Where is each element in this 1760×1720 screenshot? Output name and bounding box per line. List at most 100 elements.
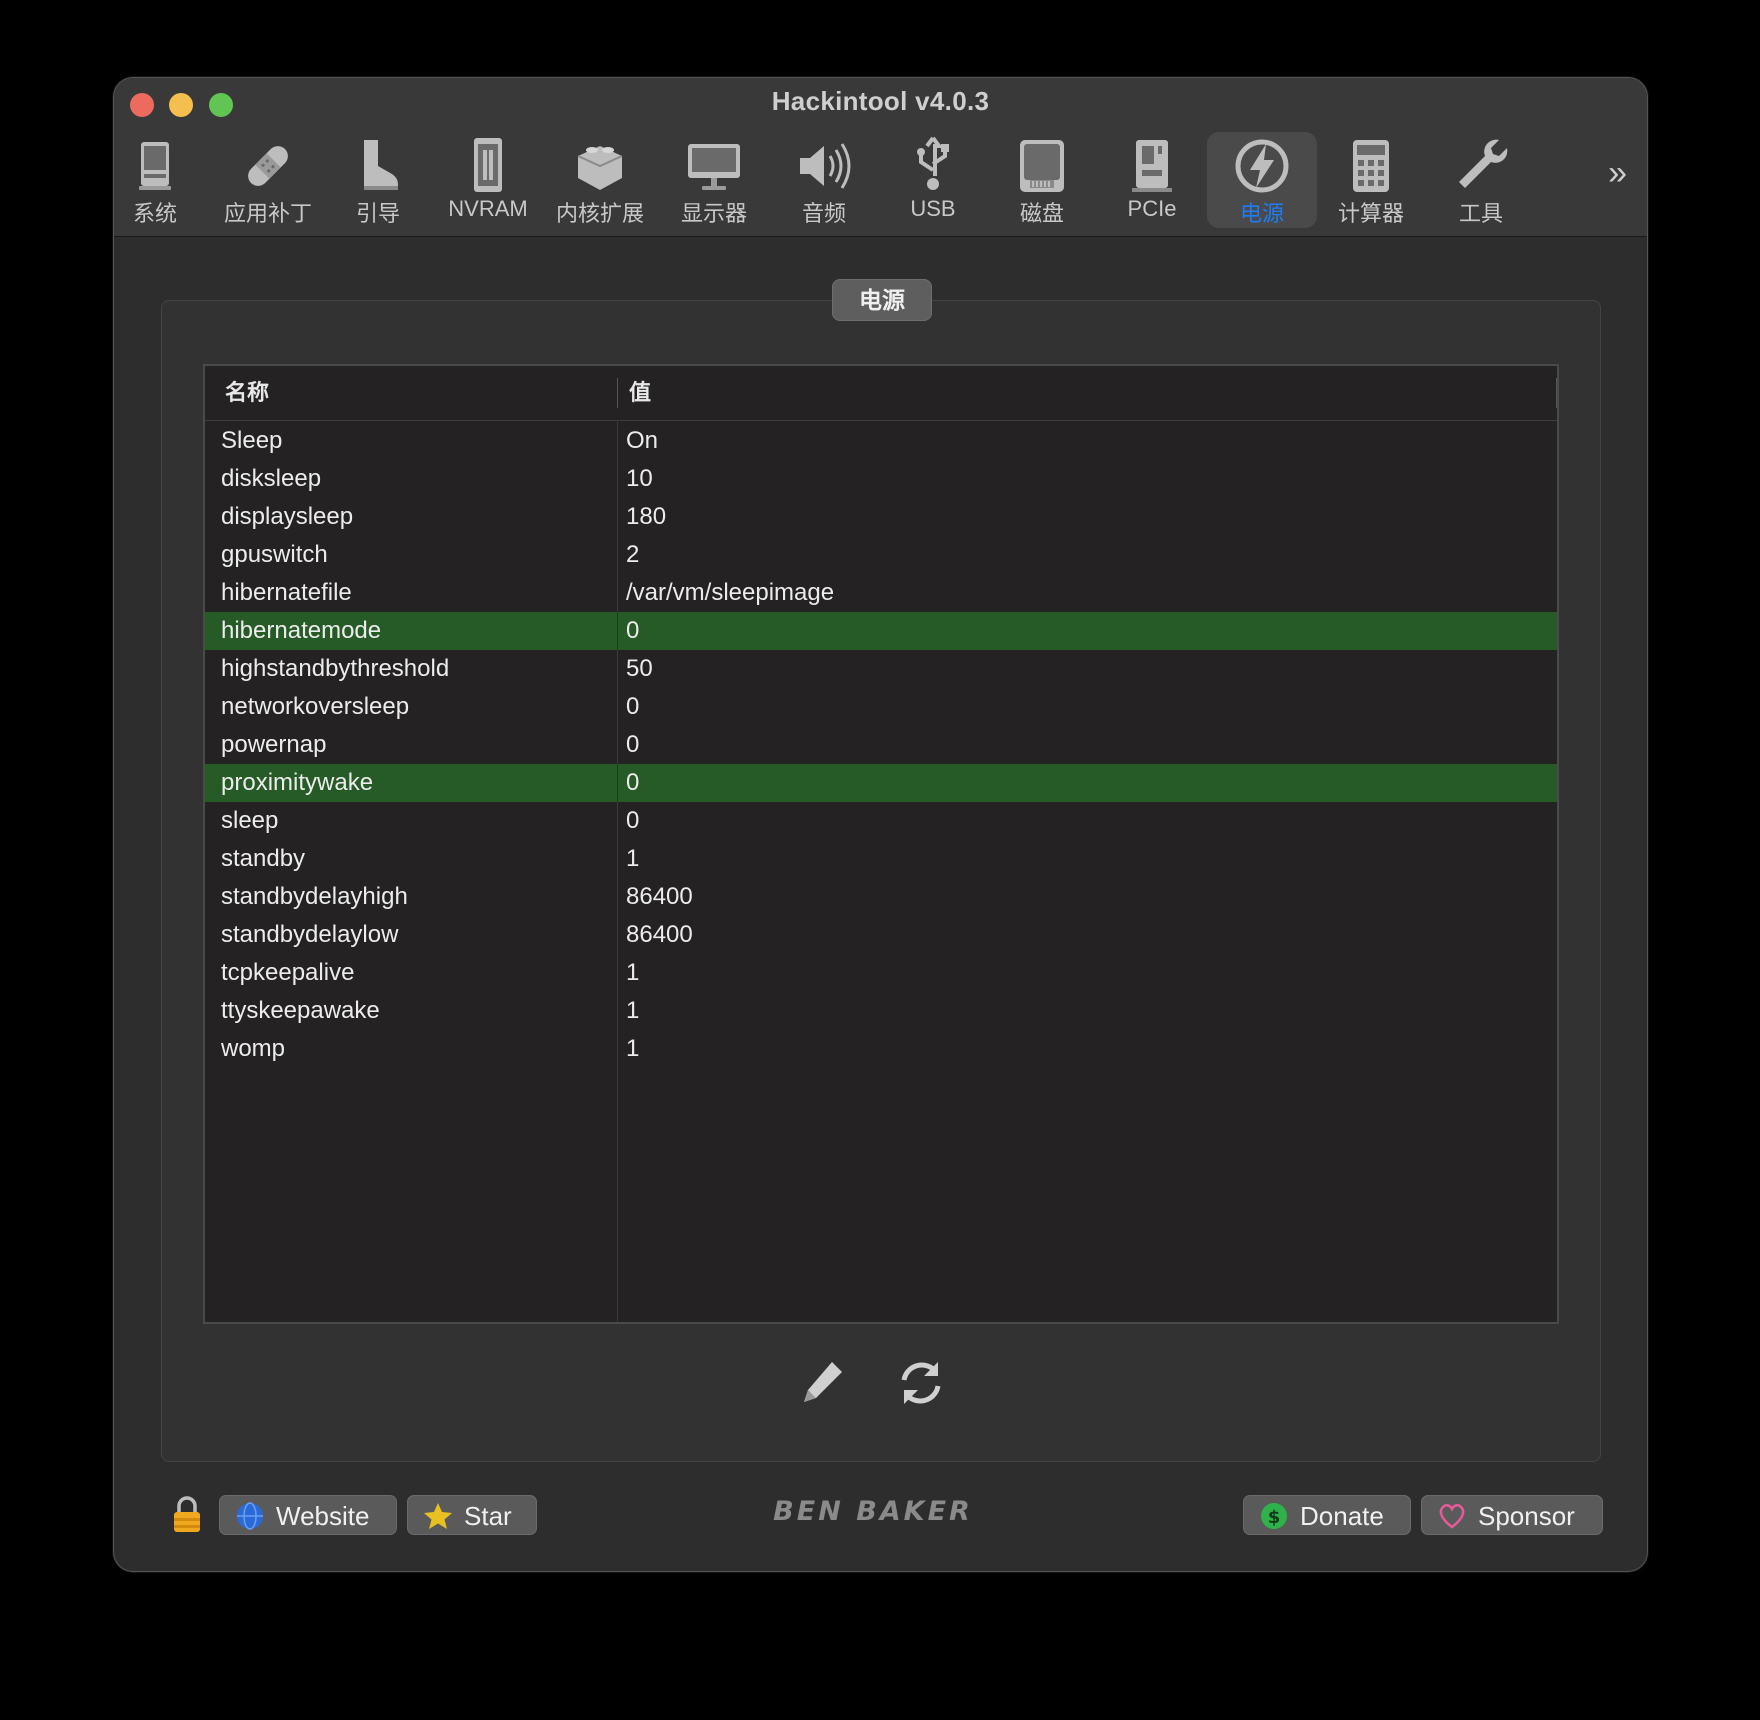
- table-row[interactable]: highstandbythreshold 50: [205, 650, 1557, 688]
- table-row[interactable]: hibernatefile/var/vm/sleepimage: [205, 574, 1557, 612]
- tab-tools[interactable]: 工具: [1426, 132, 1536, 228]
- cell-value: 86400: [626, 883, 693, 910]
- website-button[interactable]: Website: [219, 1495, 397, 1535]
- table-row[interactable]: networkoversleep 0: [205, 688, 1557, 726]
- cell-value: 0: [626, 769, 640, 796]
- display-icon: [688, 144, 740, 190]
- table-row[interactable]: gpuswitch 2: [205, 536, 1557, 574]
- power-settings-table[interactable]: 名称 值 Sleep On disksleep 10 displaysleep 180 gp…: [203, 364, 1559, 1324]
- cell-name: standbydelayhigh: [221, 883, 408, 910]
- tab-patch[interactable]: 应用补丁: [213, 132, 323, 228]
- pcie-icon: [1132, 140, 1172, 192]
- cell-value: 0: [626, 807, 640, 834]
- edit-pencil-icon[interactable]: [794, 1356, 848, 1410]
- cell-name: womp: [221, 1035, 286, 1062]
- disk-icon: [1020, 140, 1064, 192]
- tab-boot[interactable]: 引导: [323, 132, 433, 228]
- toolbar: 系统 应用补丁 引导 NVRAM 内核扩展 显示器 音频 USB 磁盘 PCIe…: [114, 132, 1647, 232]
- table-rows: Sleep On disksleep 10 displaysleep 180 gpuswit…: [205, 422, 1557, 1068]
- cell-name: highstandbythreshold: [221, 655, 450, 682]
- table-row[interactable]: sleep 0: [205, 802, 1557, 840]
- tab-power[interactable]: 电源: [1207, 132, 1317, 228]
- table-row[interactable]: standbydelaylow 86400: [205, 916, 1557, 954]
- table-row[interactable]: powernap 0: [205, 726, 1557, 764]
- cell-name: networkoversleep: [221, 693, 410, 720]
- toolbar-overflow-chevron-icon[interactable]: »: [1608, 154, 1627, 193]
- titlebar: Hackintool v4.0.3 系统 应用补丁 引导 NVRAM 内核扩展 …: [114, 78, 1647, 237]
- cell-name: ttyskeepawake: [221, 997, 380, 1024]
- column-header-name[interactable]: 名称: [225, 366, 269, 420]
- table-row[interactable]: hibernatemode 0: [205, 612, 1557, 650]
- heart-icon: [1439, 1504, 1465, 1529]
- sponsor-button[interactable]: Sponsor: [1421, 1495, 1603, 1535]
- tab-calculator[interactable]: 计算器: [1316, 132, 1426, 228]
- cell-name: tcpkeepalive: [221, 959, 355, 986]
- refresh-icon[interactable]: [894, 1356, 948, 1410]
- cell-value: 0: [626, 693, 640, 720]
- cell-value: 1: [626, 959, 640, 986]
- table-row[interactable]: womp 1: [205, 1030, 1557, 1068]
- tab-disk[interactable]: 磁盘: [987, 132, 1097, 228]
- table-row[interactable]: disksleep 10: [205, 460, 1557, 498]
- cell-name: displaysleep: [221, 503, 354, 530]
- kext-icon: [577, 146, 623, 190]
- globe-icon: [237, 1502, 263, 1530]
- cell-value: 0: [626, 617, 640, 644]
- star-icon: [424, 1503, 452, 1529]
- cell-name: hibernatefile: [221, 579, 352, 606]
- cell-name: sleep: [221, 807, 279, 834]
- cell-value: 86400: [626, 921, 693, 948]
- table-row[interactable]: proximitywake 0: [205, 764, 1557, 802]
- cell-value: 2: [626, 541, 640, 568]
- ben-baker-logo: BEN BAKER: [773, 1496, 973, 1527]
- tab-usb[interactable]: USB: [878, 132, 988, 228]
- cell-value: 180: [626, 503, 667, 530]
- cell-name: proximitywake: [221, 769, 374, 796]
- cell-name: disksleep: [221, 465, 322, 492]
- table-row[interactable]: tcpkeepalive 1: [205, 954, 1557, 992]
- cell-name: gpuswitch: [221, 541, 328, 568]
- cell-value: /var/vm/sleepimage: [626, 579, 835, 606]
- tab-display[interactable]: 显示器: [659, 132, 769, 228]
- cell-name: Sleep: [221, 427, 283, 454]
- cell-value: 1: [626, 997, 640, 1024]
- tab-system[interactable]: 系统: [114, 132, 210, 228]
- table-row[interactable]: standbydelayhigh 86400: [205, 878, 1557, 916]
- app-window: Hackintool v4.0.3 系统 应用补丁 引导 NVRAM 内核扩展 …: [113, 77, 1648, 1572]
- tab-nvram[interactable]: NVRAM: [433, 132, 543, 228]
- table-header: 名称 值: [205, 366, 1557, 421]
- tools-icon: [1459, 139, 1508, 188]
- svg-text:$: $: [1268, 1507, 1281, 1528]
- star-button[interactable]: Star: [407, 1495, 537, 1535]
- cell-value: 0: [626, 731, 640, 758]
- system-icon: [139, 142, 171, 190]
- cell-name: powernap: [221, 731, 327, 758]
- dollar-icon: $: [1261, 1503, 1287, 1529]
- nvram-icon: [474, 138, 502, 192]
- cell-name: hibernatemode: [221, 617, 382, 644]
- audio-icon: [800, 143, 851, 189]
- cell-value: 1: [626, 1035, 640, 1062]
- cell-value: 10: [626, 465, 653, 492]
- tab-audio[interactable]: 音频: [769, 132, 879, 228]
- power-icon: [1235, 139, 1289, 193]
- column-header-value[interactable]: 值: [629, 366, 651, 420]
- usb-icon: [917, 136, 949, 190]
- table-row[interactable]: Sleep On: [205, 422, 1557, 460]
- calculator-icon: [1353, 140, 1389, 192]
- table-row[interactable]: standby 1: [205, 840, 1557, 878]
- window-title: Hackintool v4.0.3: [771, 86, 990, 116]
- boot-icon: [364, 140, 398, 190]
- group-title: 电源: [832, 279, 932, 321]
- lock-icon[interactable]: [170, 1496, 204, 1534]
- table-row[interactable]: displaysleep 180: [205, 498, 1557, 536]
- tab-pcie[interactable]: PCIe: [1097, 132, 1207, 228]
- patch-icon: [248, 146, 288, 186]
- cell-name: standby: [221, 845, 306, 872]
- cell-value: 50: [626, 655, 653, 682]
- cell-value: 1: [626, 845, 640, 872]
- cell-name: standbydelaylow: [221, 921, 399, 948]
- donate-button[interactable]: $ Donate: [1243, 1495, 1411, 1535]
- tab-kext[interactable]: 内核扩展: [545, 132, 655, 228]
- table-row[interactable]: ttyskeepawake 1: [205, 992, 1557, 1030]
